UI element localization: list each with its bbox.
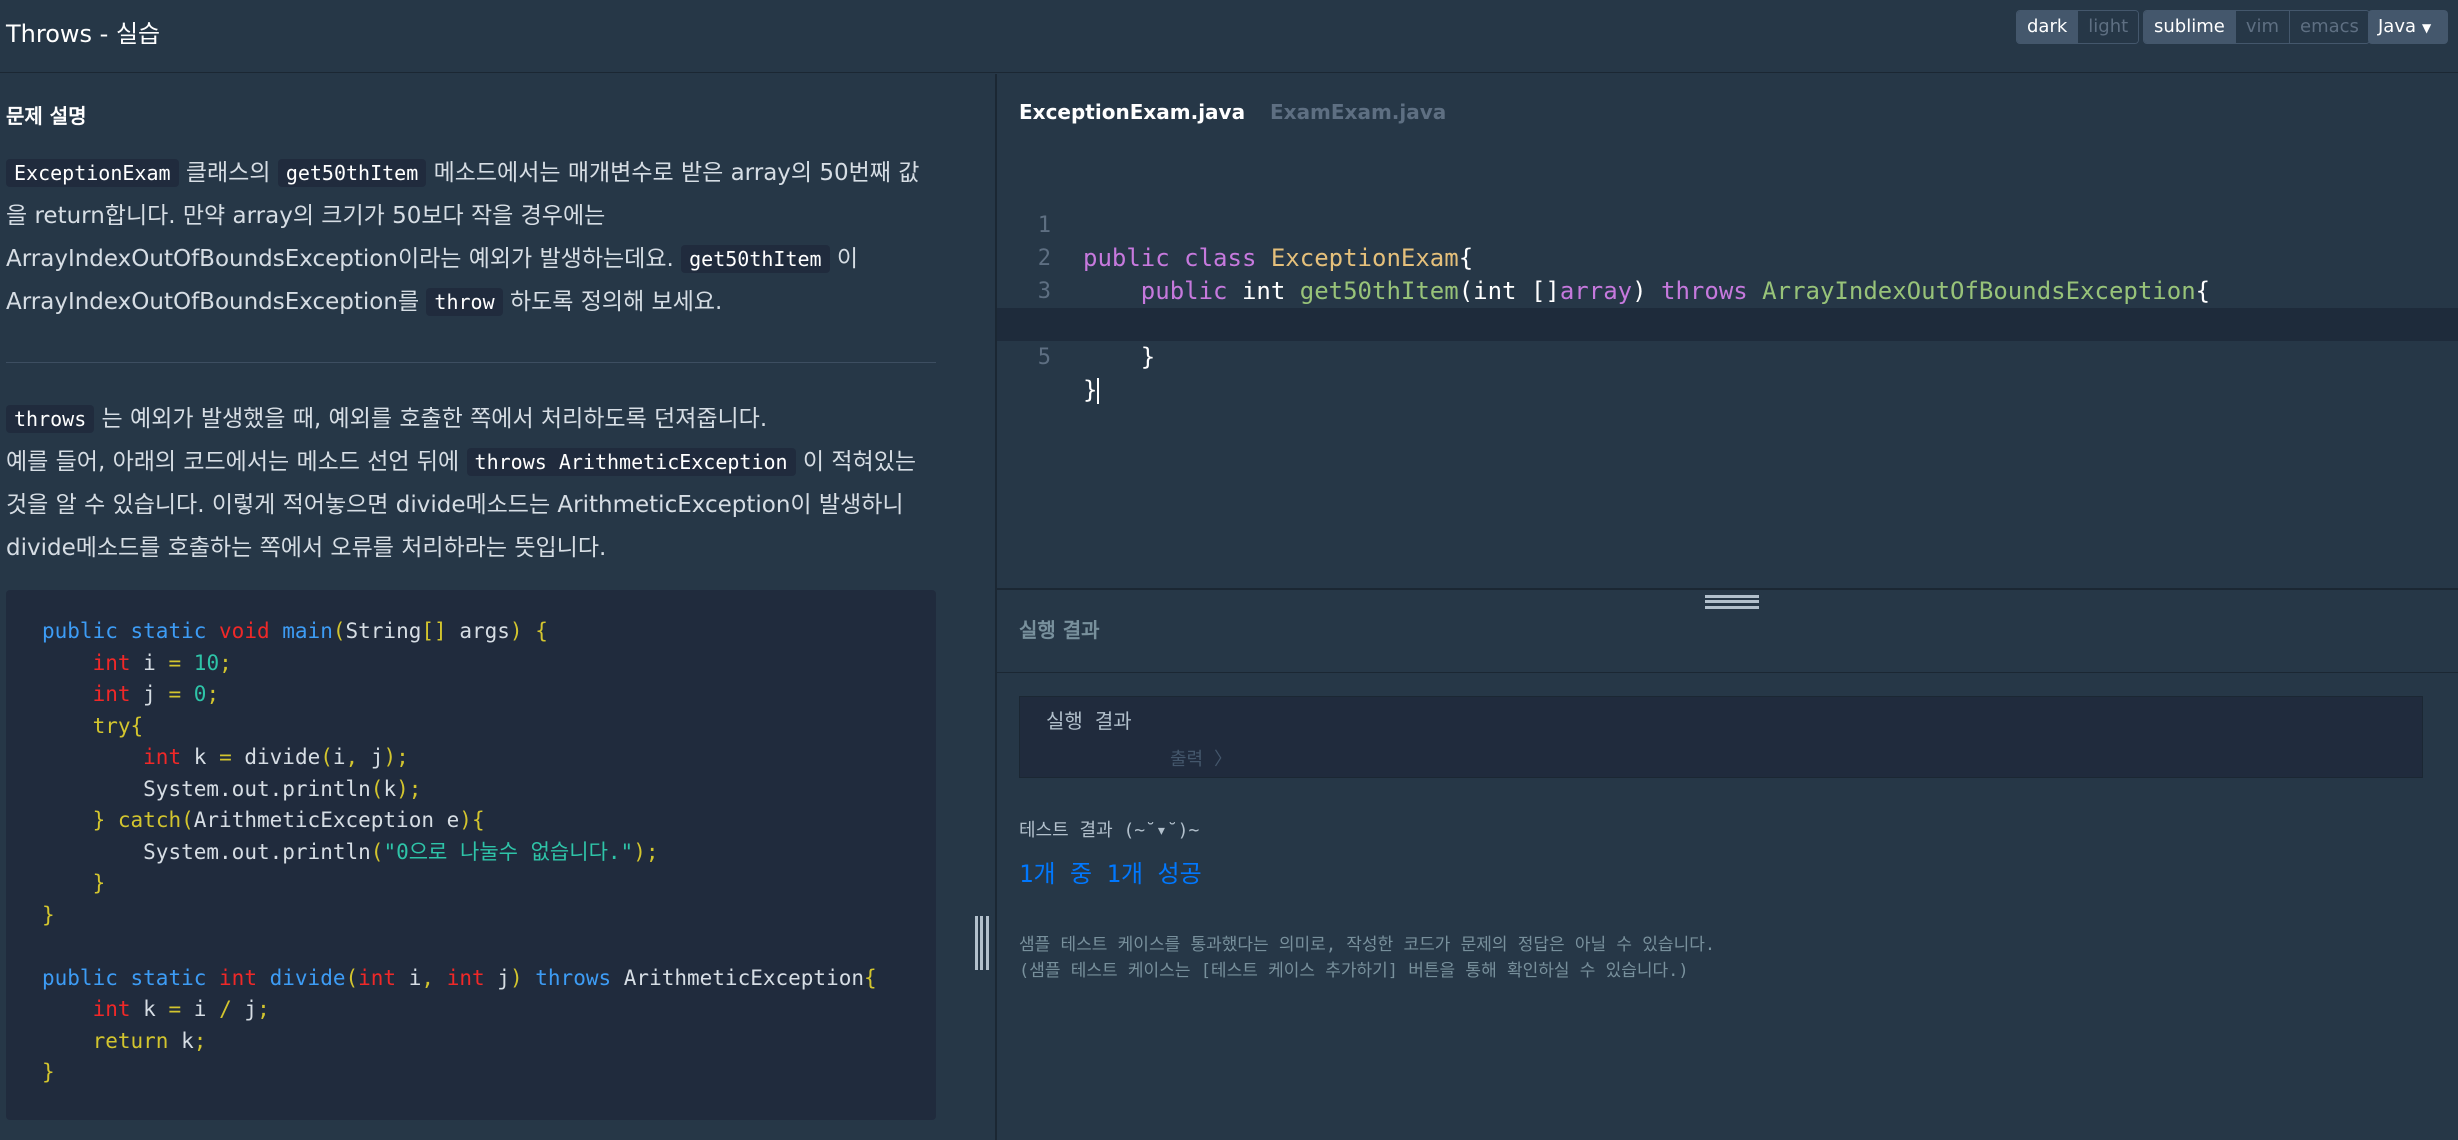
inline-code: get50thItem [681, 245, 830, 273]
editor-panel: ExceptionExam.java ExamExam.java 1 publi… [997, 74, 2458, 1140]
output-placeholder: 출력 〉 [1170, 749, 1232, 770]
file-tabs: ExceptionExam.java ExamExam.java [997, 74, 2458, 152]
code-line-4: } [1083, 343, 1156, 371]
editor-line: 1 public class ExceptionExam{ [997, 176, 2458, 272]
text: 하도록 정의해 보세요. [502, 289, 723, 315]
line-number: 5 [1037, 345, 1051, 370]
language-value: Java [2378, 16, 2417, 37]
tab-exceptionexam[interactable]: ExceptionExam.java [1019, 100, 1245, 124]
theme-toggle: dark light [2016, 10, 2140, 44]
theme-dark-button[interactable]: dark [2017, 11, 2079, 43]
keymap-toggle: sublime vim emacs [2143, 10, 2370, 44]
divider [6, 362, 936, 363]
test-result-summary: 1개 중 1개 성공 [1019, 860, 1202, 888]
inline-code: throw [426, 288, 503, 316]
example-code-block: public static void main(String[] args) {… [6, 590, 936, 1120]
keymap-emacs-button[interactable]: emacs [2290, 11, 2369, 43]
tab-examexam[interactable]: ExamExam.java [1270, 100, 1446, 124]
editor-line: 2 public int get50thItem(int []array) th… [997, 209, 2458, 305]
example-code: public static void main(String[] args) {… [42, 619, 877, 1084]
inline-code: throws [6, 405, 95, 433]
code-line-5: } [1083, 376, 1100, 404]
keymap-sublime-button[interactable]: sublime [2144, 11, 2236, 43]
test-result-heading: 테스트 결과 (~˘▾˘)~ [1019, 820, 1200, 841]
inline-code: get50thItem [277, 159, 427, 187]
keymap-vim-button[interactable]: vim [2235, 11, 2291, 43]
theme-light-button[interactable]: light [2078, 11, 2139, 43]
test-note-1: 샘플 테스트 케이스를 통과했다는 의미로, 작성한 코드가 문제의 정답은 아… [1019, 935, 1716, 955]
problem-section-title: 문제 설명 [6, 104, 87, 128]
vertical-resize-handle[interactable] [975, 916, 989, 970]
horizontal-splitter[interactable] [997, 588, 2458, 590]
language-select[interactable]: Java ▼ [2368, 10, 2448, 44]
text: 클래스의 [178, 160, 278, 186]
problem-panel: 문제 설명 ExceptionExam 클래스의 get50thItem 메소드… [0, 74, 995, 1140]
inline-code: ExceptionExam [6, 159, 179, 187]
top-header: Throws - 실습 dark light sublime vim emacs… [0, 0, 2458, 73]
editor-line: 3 return array[49]; [997, 242, 2458, 338]
text-cursor [1097, 378, 1100, 404]
page-title: Throws - 실습 [6, 20, 161, 48]
text: 는 예외가 발생했을 때, 예외를 호출한 쪽에서 처리하도록 던져줍니다. [94, 406, 768, 432]
inline-code: throws ArithmeticException [466, 448, 796, 476]
horizontal-resize-handle[interactable] [1705, 595, 1759, 609]
editor-line-current: 5 } [997, 308, 2458, 404]
result-section-title: 실행 결과 [1019, 618, 1100, 642]
problem-description-1: ExceptionExam 클래스의 get50thItem 메소드에서는 매개… [6, 152, 936, 324]
code-editor[interactable]: 1 public class ExceptionExam{ 2 public i… [997, 176, 2458, 576]
chevron-down-icon: ▼ [2422, 21, 2432, 35]
output-console: 실행 결과 출력 〉 [1019, 696, 2423, 778]
editor-line: 4 } [997, 275, 2458, 371]
divider [997, 672, 2458, 673]
problem-description-2: throws 는 예외가 발생했을 때, 예외를 호출한 쪽에서 처리하도록 던… [6, 398, 936, 570]
test-note-2: (샘플 테스트 케이스는 [테스트 케이스 추가하기] 버튼을 통해 확인하실 … [1019, 961, 1689, 981]
output-label: 실행 결과 [1046, 709, 1132, 733]
text: 예를 들어, 아래의 코드에서는 메소드 선언 뒤에 [6, 449, 467, 475]
